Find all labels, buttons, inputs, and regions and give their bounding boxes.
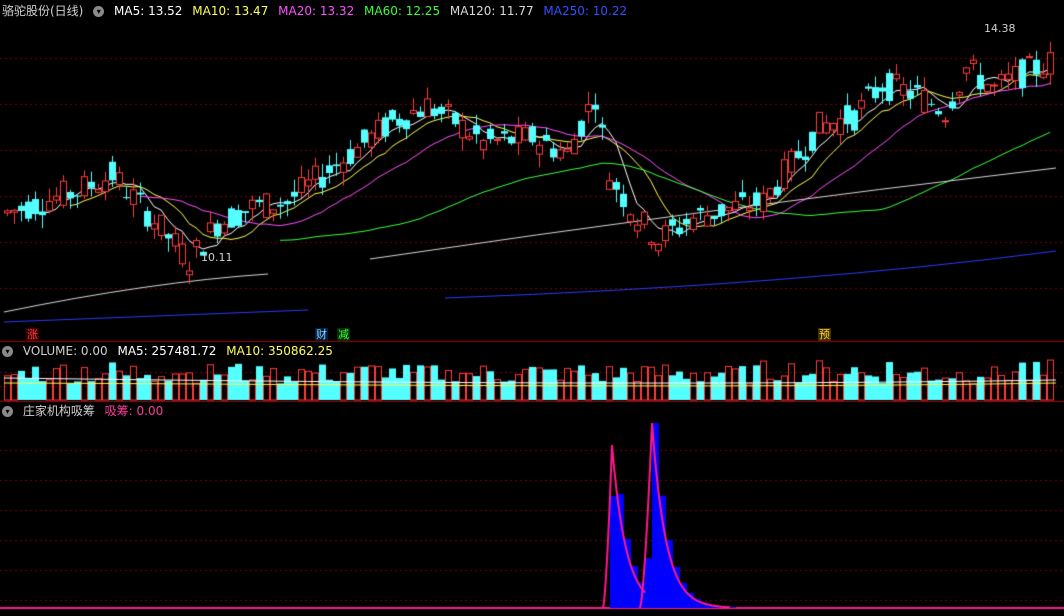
ma5-legend: MA5: 13.52	[114, 4, 183, 18]
low-price-label: 10.11	[201, 251, 233, 264]
indicator-title[interactable]: 庄家机构吸筹	[23, 404, 95, 418]
kline-chart-canvas[interactable]	[0, 0, 1064, 616]
dropdown-icon[interactable]: ▾	[93, 6, 105, 17]
xishou-legend: 吸筹: 0.00	[104, 404, 164, 418]
ma10-legend: MA10: 13.47	[192, 4, 269, 18]
indicator-panel-header: ▾ 庄家机构吸筹 吸筹: 0.00	[2, 404, 169, 418]
vol-ma5-legend: MA5: 257481.72	[117, 344, 217, 358]
vol-ma10-legend: MA10: 350862.25	[226, 344, 333, 358]
high-price-label: 14.38	[984, 22, 1016, 35]
volume-panel-header: ▾ VOLUME: 0.00 MA5: 257481.72 MA10: 3508…	[2, 344, 339, 358]
ma120-legend: MA120: 11.77	[449, 4, 534, 18]
ma20-legend: MA20: 13.32	[278, 4, 355, 18]
dropdown-icon[interactable]: ▾	[2, 346, 13, 357]
marker-cai[interactable]: 财	[315, 328, 328, 341]
stock-title[interactable]: 骆驼股份(日线)	[2, 4, 83, 18]
marker-zhang[interactable]: 涨	[26, 328, 39, 341]
marker-yu[interactable]: 预	[818, 328, 831, 341]
dropdown-icon[interactable]: ▾	[2, 406, 13, 417]
volume-legend: VOLUME: 0.00	[22, 344, 108, 358]
ma250-legend: MA250: 10.22	[543, 4, 628, 18]
price-panel-header: 骆驼股份(日线) ▾ MA5: 13.52 MA10: 13.47 MA20: …	[2, 4, 633, 18]
ma60-legend: MA60: 12.25	[364, 4, 441, 18]
marker-jian[interactable]: 减	[337, 328, 350, 341]
